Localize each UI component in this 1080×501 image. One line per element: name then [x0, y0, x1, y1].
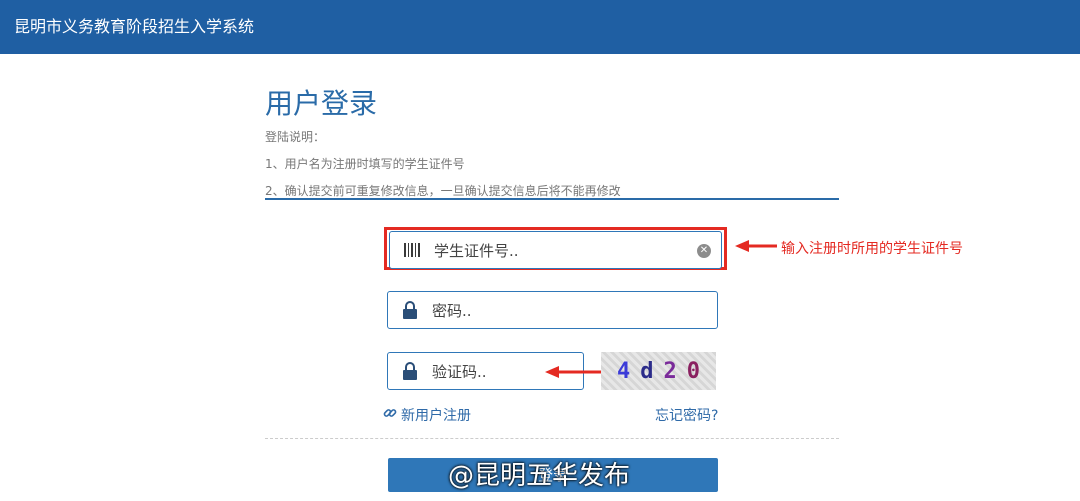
captcha-char: 4 — [617, 358, 631, 384]
app-title: 昆明市义务教育阶段招生入学系统 — [14, 17, 255, 36]
annotation-arrow-icon — [545, 366, 607, 378]
login-panel: 用户登录 登陆说明： 1、用户名为注册时填写的学生证件号 2、确认提交前可重复修… — [265, 84, 840, 199]
student-id-input[interactable]: 学生证件号.. — [434, 240, 519, 261]
captcha-image[interactable]: 4 d 2 0 — [601, 352, 716, 390]
login-instructions-heading: 登陆说明： — [265, 130, 326, 144]
password-input[interactable]: 密码.. — [432, 300, 472, 321]
login-title: 用户登录 — [265, 87, 378, 120]
dashed-divider — [265, 438, 839, 439]
login-note-2: 2、确认提交前可重复修改信息，一旦确认提交信息后将不能再修改 — [265, 184, 621, 198]
forgot-password-link[interactable]: 忘记密码? — [655, 405, 718, 425]
student-id-annotation: 输入注册时所用的学生证件号 — [781, 241, 963, 257]
barcode-icon — [390, 241, 434, 259]
captcha-char: 2 — [663, 358, 677, 384]
captcha-char: 0 — [686, 358, 700, 384]
watermark: @昆明五华发布 — [448, 461, 631, 491]
captcha-char: d — [640, 358, 654, 384]
link-icon — [383, 406, 397, 424]
register-link-label[interactable]: 新用户注册 — [401, 405, 471, 425]
login-note-1: 1、用户名为注册时填写的学生证件号 — [265, 157, 465, 171]
annotation-arrow-icon — [735, 240, 777, 252]
clear-icon[interactable]: ✕ — [697, 244, 711, 258]
register-link[interactable]: 新用户注册 — [383, 405, 471, 425]
lock-icon — [388, 301, 432, 319]
section-divider — [265, 198, 839, 200]
captcha-input[interactable]: 验证码.. — [432, 361, 487, 382]
lock-icon — [388, 362, 432, 380]
app-header: 昆明市义务教育阶段招生入学系统 — [0, 0, 1080, 54]
student-id-field[interactable]: 学生证件号.. ✕ — [389, 231, 722, 269]
password-field[interactable]: 密码.. — [387, 291, 718, 329]
